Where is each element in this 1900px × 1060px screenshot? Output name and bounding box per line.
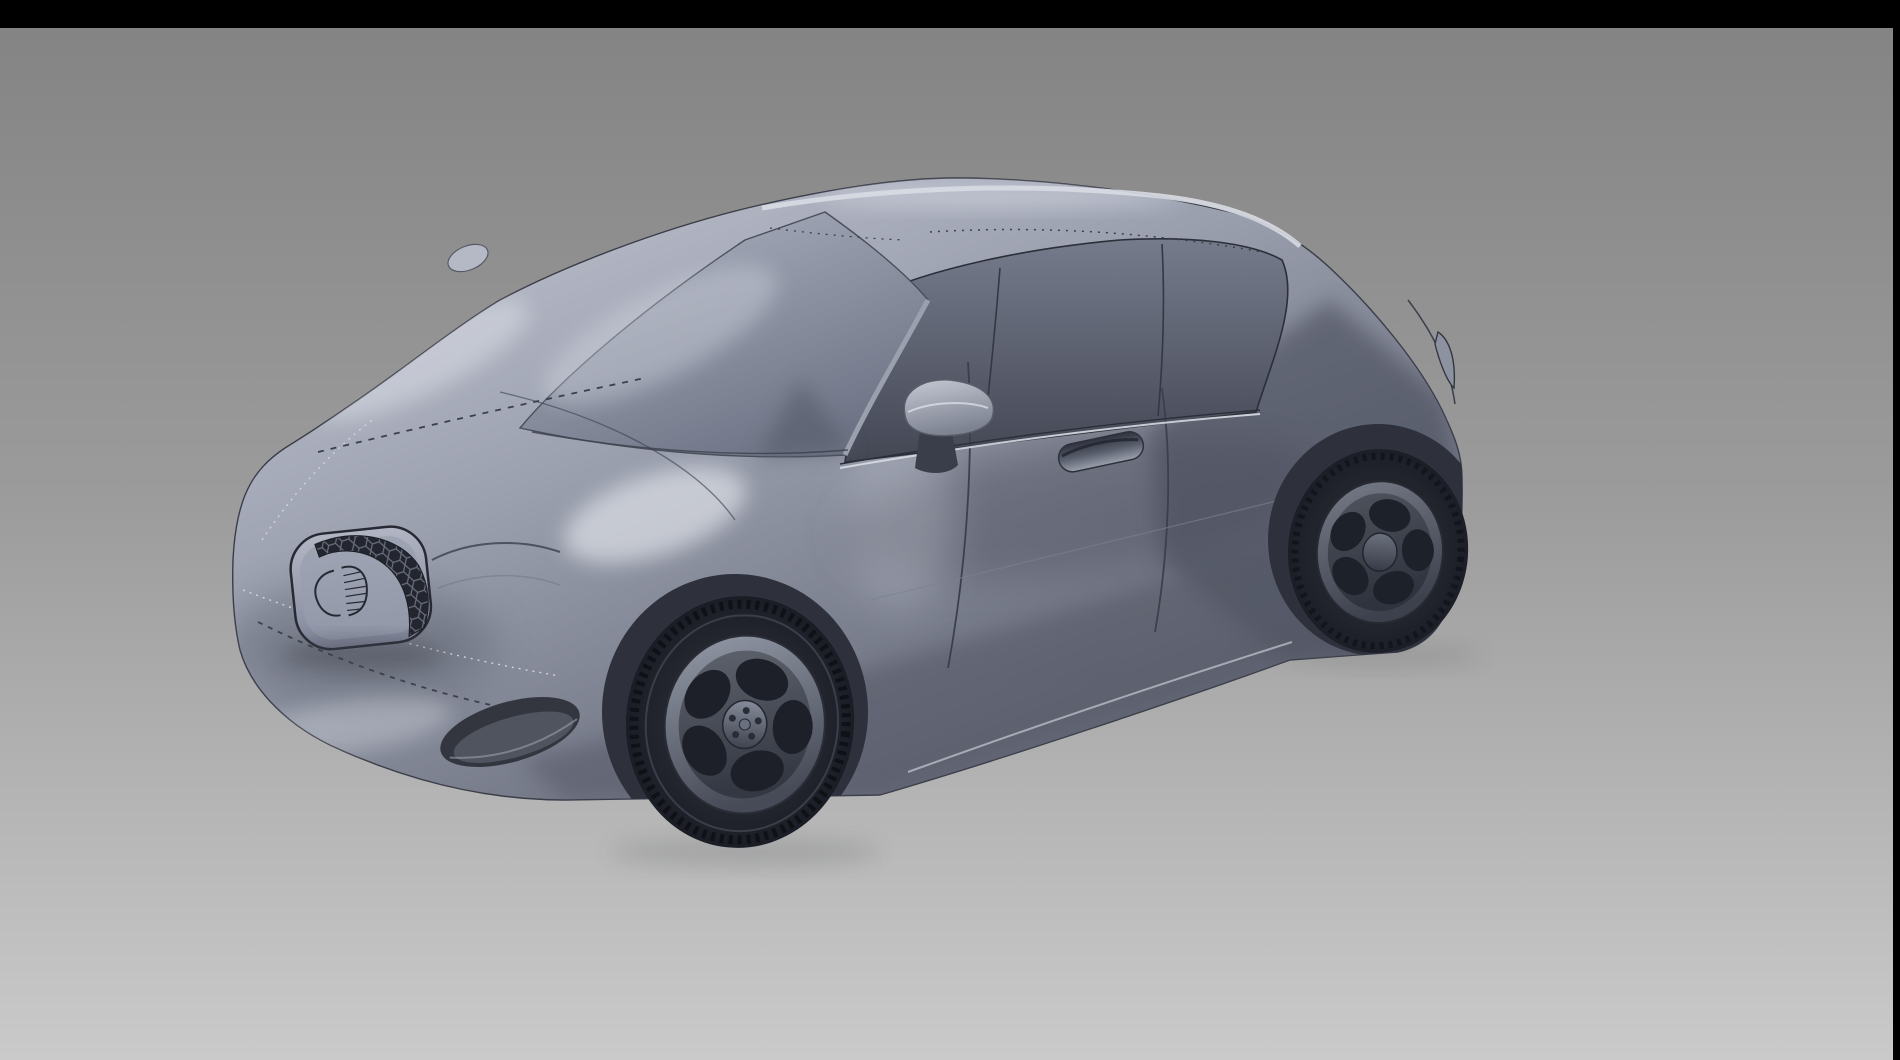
front-grille: [287, 523, 434, 653]
render-window: [0, 0, 1900, 1060]
top-letterbox-bar: [0, 0, 1900, 28]
grille-shadow: [280, 639, 444, 671]
cowl-camera-pod: [444, 239, 492, 277]
right-letterbox-bar: [1893, 0, 1900, 1060]
render-viewport[interactable]: [0, 28, 1893, 1060]
car-render: [0, 0, 1900, 1060]
tail-light: [1435, 332, 1454, 388]
